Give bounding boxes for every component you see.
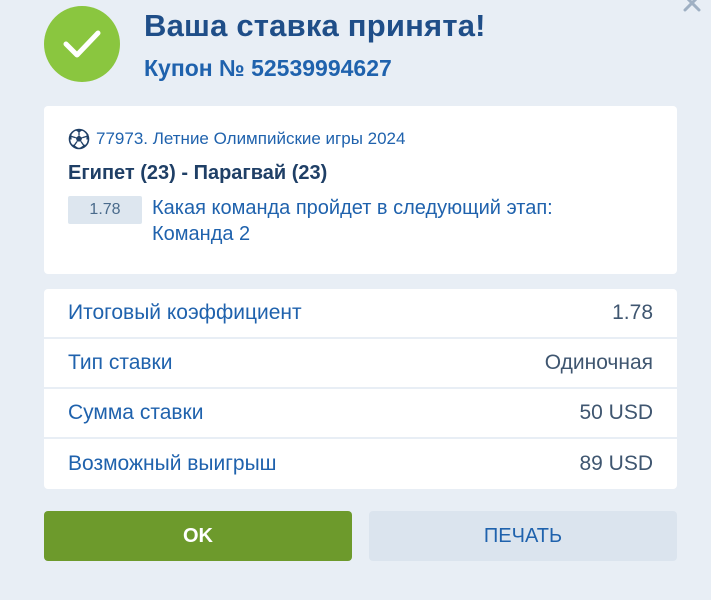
- summary-value: 89 USD: [579, 452, 653, 475]
- match-title: Египет (23) - Парагвай (23): [68, 162, 328, 184]
- summary-label: Возможный выигрыш: [68, 452, 277, 475]
- outcome-text: Какая команда пройдет в следующий этап: …: [152, 197, 553, 245]
- summary-value: 50 USD: [579, 401, 653, 424]
- summary-row-stake: Сумма ставки 50 USD: [44, 389, 677, 439]
- event-title: 77973. Летние Олимпийские игры 2024: [96, 129, 406, 148]
- summary-value: 1.78: [612, 301, 653, 324]
- bet-card: 77973. Летние Олимпийские игры 2024 Егип…: [44, 106, 677, 274]
- success-badge: [44, 6, 120, 82]
- odd-badge: 1.78: [68, 196, 142, 224]
- soccer-ball-icon: [68, 128, 90, 150]
- coupon-number: Купон № 52539994627: [144, 55, 392, 81]
- summary-value: Одиночная: [544, 351, 653, 374]
- event-line: 77973. Летние Олимпийские игры 2024: [68, 128, 653, 150]
- summary-label: Итоговый коэффициент: [68, 301, 302, 324]
- summary-row-total-odds: Итоговый коэффициент 1.78: [44, 289, 677, 339]
- bet-summary: Итоговый коэффициент 1.78 Тип ставки Оди…: [44, 289, 677, 489]
- summary-row-bet-type: Тип ставки Одиночная: [44, 339, 677, 389]
- summary-row-potential-win: Возможный выигрыш 89 USD: [44, 439, 677, 489]
- close-button[interactable]: [679, 0, 705, 16]
- action-buttons: OK ПЕЧАТЬ: [44, 511, 677, 561]
- header-text: Ваша ставка принята! Купон № 52539994627: [144, 8, 486, 82]
- confirmation-header: Ваша ставка принята! Купон № 52539994627: [44, 6, 486, 82]
- close-icon[interactable]: [679, 0, 705, 16]
- print-button[interactable]: ПЕЧАТЬ: [369, 511, 677, 561]
- check-icon: [63, 30, 101, 58]
- summary-label: Сумма ставки: [68, 401, 204, 424]
- summary-label: Тип ставки: [68, 351, 173, 374]
- ok-button[interactable]: OK: [44, 511, 352, 561]
- bet-outcome: 1.78 Какая команда пройдет в следующий э…: [68, 195, 653, 247]
- page-title: Ваша ставка принята!: [144, 8, 486, 43]
